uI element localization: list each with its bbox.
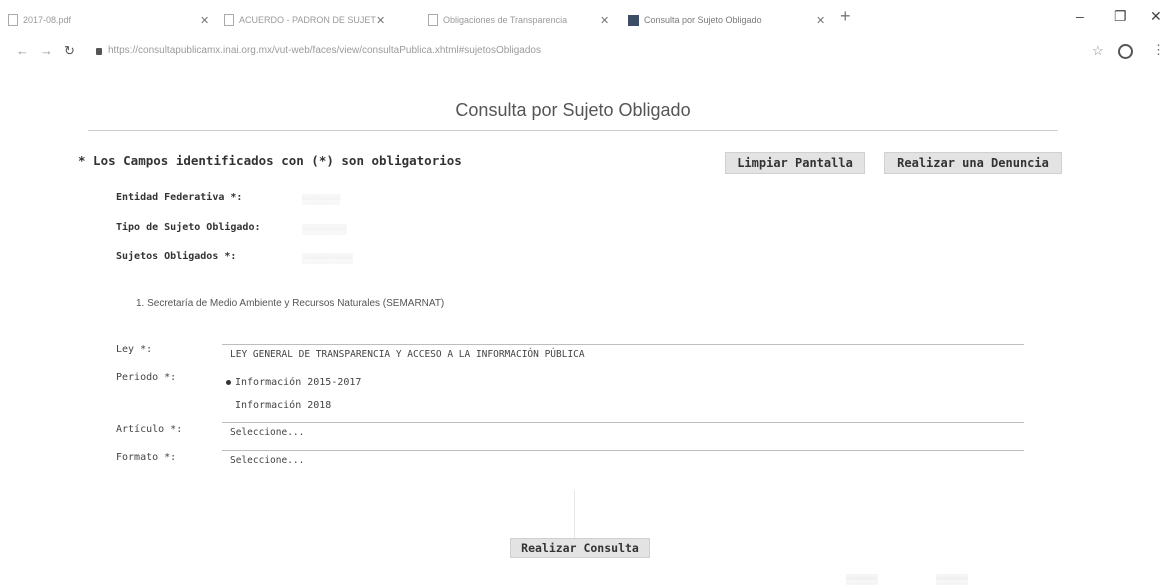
report-button[interactable]: Realizar una Denuncia	[884, 152, 1062, 174]
entidad-select[interactable]: ▒▒▒▒▒▒	[302, 194, 340, 204]
close-window-icon[interactable]: ✕	[1150, 8, 1162, 25]
radio-label: Información 2018	[235, 400, 332, 411]
entidad-label: Entidad Federativa *:	[116, 192, 243, 203]
tab-acuerdo[interactable]: ACUERDO - PADRON DE SUJET	[224, 10, 376, 30]
document-icon	[8, 14, 18, 26]
lock-icon	[96, 48, 102, 55]
profile-icon[interactable]	[1118, 44, 1133, 59]
back-icon[interactable]: ←	[16, 43, 29, 58]
radio-unselected-icon[interactable]	[226, 403, 231, 408]
tab-label: ACUERDO - PADRON DE SUJET	[239, 15, 376, 25]
address-bar: ← → ↻ https://consultapublicamx.inai.org…	[0, 40, 1168, 64]
close-tab-icon[interactable]: ✕	[588, 10, 609, 30]
minimize-icon[interactable]: –	[1076, 8, 1084, 24]
close-tab-icon[interactable]: ✕	[364, 10, 385, 30]
faint-footer-text: ▒▒▒▒▒	[936, 574, 968, 584]
periodo-option-2015-2017[interactable]: Información 2015-2017	[226, 377, 361, 388]
tab-label: Obligaciones de Transparencia	[443, 15, 568, 25]
sujeto-list-item[interactable]: 1. Secretaría de Medio Ambiente y Recurs…	[136, 298, 444, 309]
required-fields-note: * Los Campos identificados con (*) son o…	[78, 153, 462, 168]
site-favicon-icon	[628, 14, 639, 26]
sujetos-select[interactable]: ▒▒▒▒▒▒▒▒	[302, 253, 353, 263]
forward-icon[interactable]: →	[40, 43, 53, 58]
tab-label: Consulta por Sujeto Obligado	[644, 15, 762, 25]
submit-query-button[interactable]: Realizar Consulta	[510, 538, 650, 558]
close-tab-icon[interactable]: ✕	[188, 10, 209, 30]
formato-label: Formato *:	[116, 452, 177, 463]
scan-artifact-line	[574, 490, 575, 538]
sujetos-label: Sujetos Obligados *:	[116, 251, 237, 262]
clear-screen-button[interactable]: Limpiar Pantalla	[725, 152, 865, 174]
faint-footer-text: ▒▒▒▒▒	[846, 574, 878, 584]
restore-icon[interactable]: ❐	[1114, 8, 1127, 25]
new-tab-button[interactable]: +	[840, 6, 851, 27]
tab-consulta-active[interactable]: Consulta por Sujeto Obligado	[628, 10, 762, 30]
radio-selected-icon[interactable]	[226, 380, 231, 385]
tipo-select[interactable]: ▒▒▒▒▒▒▒	[302, 224, 347, 234]
url-field[interactable]: https://consultapublicamx.inai.org.mx/vu…	[108, 45, 828, 56]
bookmark-star-icon[interactable]: ☆	[1092, 43, 1104, 59]
formato-select[interactable]: Seleccione...	[222, 450, 1024, 466]
periodo-label: Periodo *:	[116, 372, 177, 383]
browser-tab-bar: 2017-08.pdf ✕ ACUERDO - PADRON DE SUJET …	[0, 0, 1168, 40]
tab-label: 2017-08.pdf	[23, 15, 72, 25]
close-tab-icon[interactable]: ✕	[804, 10, 825, 30]
periodo-option-2018[interactable]: Información 2018	[226, 400, 331, 411]
ley-label: Ley *:	[116, 344, 153, 355]
articulo-select[interactable]: Seleccione...	[222, 422, 1024, 438]
title-divider	[88, 130, 1058, 131]
document-icon	[224, 14, 234, 26]
page-title: Consulta por Sujeto Obligado	[455, 100, 691, 120]
document-icon	[428, 14, 438, 26]
tab-obligaciones[interactable]: Obligaciones de Transparencia	[428, 10, 567, 30]
articulo-label: Artículo *:	[116, 424, 183, 435]
menu-icon[interactable]: ⋮	[1152, 42, 1165, 58]
radio-label: Información 2015-2017	[235, 377, 362, 388]
ley-field[interactable]: LEY GENERAL DE TRANSPARENCIA Y ACCESO A …	[222, 344, 1024, 360]
tipo-label: Tipo de Sujeto Obligado:	[116, 222, 261, 233]
reload-icon[interactable]: ↻	[64, 43, 75, 59]
tab-pdf[interactable]: 2017-08.pdf	[8, 10, 71, 30]
